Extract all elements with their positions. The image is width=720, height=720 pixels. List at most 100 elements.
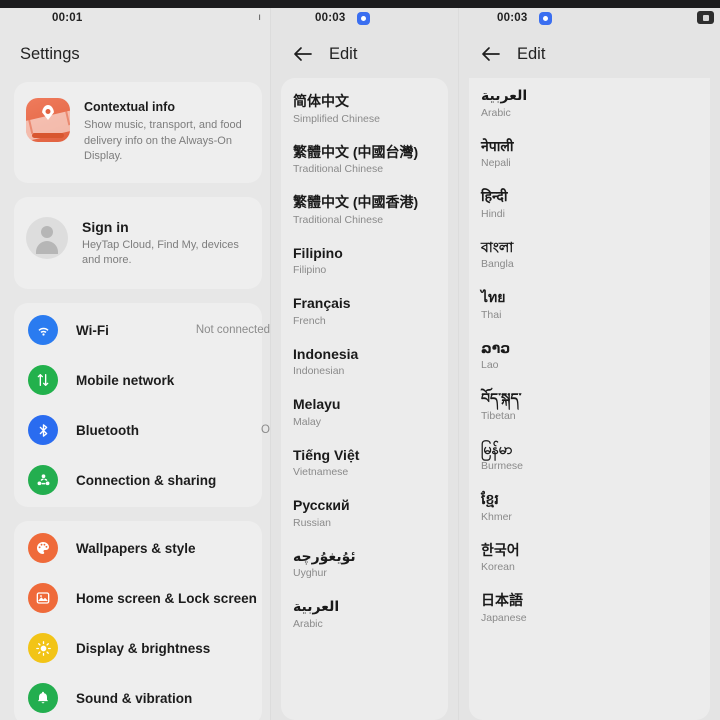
language-native-name: Русский xyxy=(293,497,350,513)
language-native-name: हिन्दी xyxy=(481,188,508,204)
contextual-info-subtitle: Show music, transport, and food delivery… xyxy=(84,119,242,163)
language-native-name: العربية xyxy=(481,87,528,103)
language-list-item[interactable]: हिन्दी Hindi xyxy=(469,179,710,230)
settings-scroll-area[interactable]: Contextual info Show music, transport, a… xyxy=(0,78,270,720)
language-list-right[interactable]: العربية Arabic नेपाली Nepali हिन्दी Hindi বাংল… xyxy=(459,78,720,720)
status-clock: 00:01 xyxy=(52,12,83,24)
language-english-name: French xyxy=(293,314,326,327)
language-english-name: Lao xyxy=(481,359,499,372)
language-english-name: Vietnamese xyxy=(293,466,349,479)
language-native-name: Melayu xyxy=(293,396,341,412)
language-native-name: ລາວ xyxy=(481,339,511,356)
language-list-item[interactable]: བོད་སྐད་ Tibetan xyxy=(469,381,710,432)
language-native-name: 繁體中文 (中國台灣) xyxy=(293,143,419,160)
language-native-name: Indonesia xyxy=(293,345,359,362)
language-native-name: Tiếng Việt xyxy=(293,446,360,463)
back-arrow-icon[interactable] xyxy=(291,42,315,66)
dark-chip-icon xyxy=(697,11,714,24)
connection-sharing-icon xyxy=(28,465,58,496)
settings-row-bluetooth[interactable]: Bluetooth O xyxy=(14,405,270,455)
sign-in-title: Sign in xyxy=(82,218,129,235)
language-list-item[interactable]: 日本語 Japanese xyxy=(469,583,710,634)
language-native-name: བོད་སྐད་ xyxy=(481,390,522,406)
settings-row-mobile-network[interactable]: Mobile network xyxy=(14,355,262,405)
settings-row-label: Wallpapers & style xyxy=(76,540,196,556)
language-list-middle[interactable]: 简体中文 Simplified Chinese 繁體中文 (中國台灣) Traditi… xyxy=(271,78,458,720)
settings-row-wallpapers-style[interactable]: Wallpapers & style xyxy=(14,523,262,573)
settings-row-connection-sharing[interactable]: Connection & sharing xyxy=(14,455,262,505)
device-top-bezel xyxy=(0,0,720,8)
language-list-item[interactable]: ລາວ Lao xyxy=(469,331,710,382)
language-list-item[interactable]: 한국어 Korean xyxy=(469,533,710,584)
brightness-icon xyxy=(28,633,58,664)
settings-panel: 00:01 ı Settings Contextual info Show mu… xyxy=(0,0,270,720)
language-native-name: नेपाली xyxy=(481,137,514,154)
language-list-item[interactable]: 简体中文 Simplified Chinese xyxy=(281,84,448,135)
language-english-name: Filipino xyxy=(293,264,327,277)
language-edit-panel-middle: 00:03 Edit 简体中文 Simplified Chinese 繁體中文 (中… xyxy=(270,0,458,720)
language-english-name: Traditional Chinese xyxy=(293,163,384,176)
language-edit-header-middle: Edit xyxy=(271,30,458,78)
language-english-name: Bangla xyxy=(481,258,514,271)
personalization-card: Wallpapers & style Home screen & Lock sc… xyxy=(14,521,262,720)
back-arrow-icon[interactable] xyxy=(479,42,503,66)
language-list-item[interactable]: 繁體中文 (中國台灣) Traditional Chinese xyxy=(281,135,448,186)
bluetooth-icon xyxy=(28,415,58,446)
language-list-item[interactable]: العربية Arabic xyxy=(469,78,710,129)
language-list-item[interactable]: Français French xyxy=(281,286,448,337)
palette-icon xyxy=(28,533,58,564)
language-list-item[interactable]: العربية Arabic xyxy=(281,589,448,640)
language-list-item[interactable]: Filipino Filipino xyxy=(281,236,448,287)
language-english-name: Burmese xyxy=(481,460,524,473)
page-title: Edit xyxy=(517,44,546,63)
sign-in-subtitle: HeyTap Cloud, Find My, devices and more. xyxy=(82,238,239,267)
settings-row-home-lock-screen[interactable]: Home screen & Lock screen xyxy=(14,573,262,623)
language-list-item[interactable]: Русский Russian xyxy=(281,488,448,539)
settings-row-label: Bluetooth xyxy=(76,422,139,438)
settings-row-display-brightness[interactable]: Display & brightness xyxy=(14,623,262,673)
language-list-item[interactable]: Indonesia Indonesian xyxy=(281,337,448,388)
language-list-item[interactable]: ئۇيغۇرچە Uyghur xyxy=(281,539,448,590)
language-native-name: العربية xyxy=(293,598,340,614)
wifi-icon xyxy=(28,315,58,346)
language-native-name: ئۇيغۇرچە xyxy=(293,547,356,564)
settings-row-label: Wi-Fi xyxy=(76,322,109,338)
language-native-name: 繁體中文 (中國香港) xyxy=(293,194,419,210)
settings-row-label: Home screen & Lock screen xyxy=(76,590,257,606)
blue-record-badge-icon xyxy=(357,12,370,25)
language-english-name: Uyghur xyxy=(293,567,327,580)
home-lock-icon xyxy=(28,583,58,614)
language-list-item[interactable]: ខ្មែរ Khmer xyxy=(469,482,710,533)
language-list-item[interactable]: မြန်မာ Burmese xyxy=(469,432,710,483)
language-list-item[interactable]: Tiếng Việt Vietnamese xyxy=(281,438,448,489)
language-list-item[interactable]: ไทย Thai xyxy=(469,280,710,331)
status-clock: 00:03 xyxy=(315,12,346,24)
contextual-info-card[interactable]: Contextual info Show music, transport, a… xyxy=(14,82,262,183)
settings-row-wifi[interactable]: Wi-Fi Not connected xyxy=(14,305,270,355)
page-title: Edit xyxy=(329,44,358,63)
language-list-item[interactable]: नेपाली Nepali xyxy=(469,129,710,180)
language-english-name: Arabic xyxy=(481,106,511,119)
status-right-tick: ı xyxy=(258,12,261,23)
language-native-name: Français xyxy=(293,295,351,311)
language-list-item[interactable]: বাংলা Bangla xyxy=(469,230,710,281)
language-english-name: Thai xyxy=(481,308,502,321)
language-edit-header-right: Edit xyxy=(459,30,720,78)
language-native-name: ไทย xyxy=(481,289,506,305)
language-list-item[interactable]: 繁體中文 (中國香港) Traditional Chinese xyxy=(281,185,448,236)
sign-in-card[interactable]: Sign in HeyTap Cloud, Find My, devices a… xyxy=(14,196,262,290)
wifi-status-value: Not connected xyxy=(195,324,270,337)
language-english-name: Tibetan xyxy=(481,409,516,422)
status-clock: 00:03 xyxy=(497,12,528,24)
language-native-name: 한국어 xyxy=(481,541,520,558)
language-english-name: Simplified Chinese xyxy=(293,112,380,125)
language-english-name: Khmer xyxy=(481,510,512,523)
settings-header: Settings xyxy=(0,30,270,78)
language-english-name: Traditional Chinese xyxy=(293,213,384,226)
connectivity-card: Wi-Fi Not connected Mobile network Bluet… xyxy=(14,303,270,508)
language-native-name: 简体中文 xyxy=(293,93,349,109)
settings-row-sound-vibration[interactable]: Sound & vibration xyxy=(14,673,262,720)
page-title: Settings xyxy=(20,44,80,63)
language-list-item[interactable]: Melayu Malay xyxy=(281,387,448,438)
language-edit-panel-right: 00:03 Edit العربية Arabic नेपाली Nepali हिन्… xyxy=(458,0,720,720)
